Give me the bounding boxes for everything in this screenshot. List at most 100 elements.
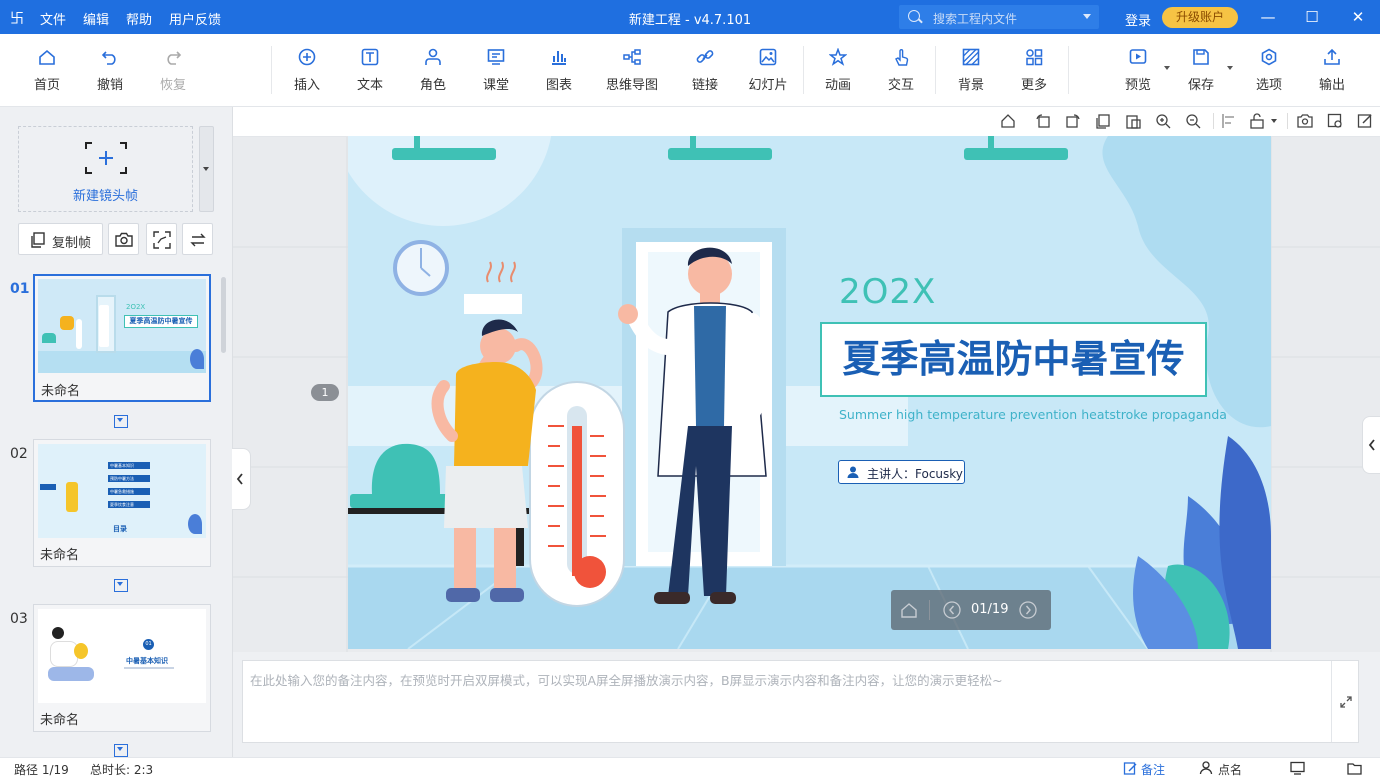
slide-thumbnail-2[interactable]: 中暑基本知识 预防中暑方法 中暑急救措施 夏季饮食注意 目录 未命名	[33, 439, 211, 567]
expand-icon[interactable]	[1339, 695, 1353, 709]
thumb-footer: 目录	[113, 525, 127, 533]
chevron-down-icon[interactable]	[1271, 119, 1277, 123]
menu-edit[interactable]: 编辑	[83, 9, 109, 28]
menu-feedback[interactable]: 用户反馈	[169, 9, 221, 28]
zoom-out-icon[interactable]	[1185, 113, 1201, 129]
rollcall-button[interactable]: 点名	[1218, 761, 1242, 778]
screen-icon[interactable]	[1290, 761, 1305, 775]
mindmap-label: 思维导图	[605, 78, 658, 93]
thumb-title: 夏季高温防中暑宣传	[124, 315, 198, 328]
settings-frame-icon[interactable]	[1327, 113, 1343, 129]
zoom-in-icon[interactable]	[1155, 113, 1171, 129]
new-frame-button[interactable]: 新建镜头帧	[18, 126, 193, 212]
slide-label: 幻灯片	[748, 78, 788, 93]
chevron-down-icon[interactable]	[1227, 66, 1233, 70]
expand-right-panel-button[interactable]	[1362, 416, 1380, 474]
thumb-legs	[48, 667, 94, 681]
save-label: 保存	[1187, 78, 1214, 93]
animation-button[interactable]: 动画	[808, 47, 868, 93]
notes-toggle[interactable]: 备注	[1141, 761, 1165, 778]
classroom-label: 课堂	[482, 78, 509, 93]
slide-subtitle[interactable]: Summer high temperature prevention heats…	[839, 407, 1227, 422]
camera-icon[interactable]	[1297, 113, 1313, 129]
folder-icon[interactable]	[1347, 761, 1362, 775]
toolbar-divider	[803, 46, 804, 94]
maximize-button[interactable]: ☐	[1300, 5, 1324, 29]
insert-button[interactable]: 插入	[277, 48, 337, 93]
notes-panel[interactable]: 在此处输入您的备注内容，在预览时开启双屏模式，可以实现A屏全屏播放演示内容，B屏…	[242, 660, 1359, 743]
transition-icon[interactable]	[114, 579, 128, 592]
home-button[interactable]: 首页	[17, 48, 77, 93]
rotate-right-icon[interactable]	[1065, 113, 1081, 129]
next-icon[interactable]	[1019, 601, 1037, 619]
export-label: 输出	[1318, 78, 1345, 93]
role-button[interactable]: 角色	[403, 48, 463, 93]
slide-thumbnail-1[interactable]: 2O2X 夏季高温防中暑宣传 未命名	[33, 274, 211, 402]
toolbar-divider	[1068, 46, 1069, 94]
save-button[interactable]: 保存	[1171, 48, 1233, 93]
interact-button[interactable]: 交互	[871, 48, 931, 93]
paste-icon[interactable]	[1125, 113, 1141, 129]
new-frame-dropdown[interactable]	[199, 126, 214, 212]
copy-frame-button[interactable]: 复制帧	[18, 223, 103, 255]
search-box[interactable]: 搜索工程内文件	[899, 5, 1099, 29]
thumb-doctor	[99, 305, 109, 347]
frame-marker[interactable]: 1	[311, 384, 339, 401]
toolbar-divider	[271, 46, 272, 94]
duration-status: 总时长: 2:3	[90, 763, 154, 777]
slide-thumbnail-3[interactable]: 01 中暑基本知识 未命名	[33, 604, 211, 732]
mindmap-button[interactable]: 思维导图	[602, 48, 662, 93]
minimize-button[interactable]: —	[1256, 5, 1280, 29]
collapse-left-panel-button[interactable]	[232, 448, 251, 510]
search-icon	[908, 10, 920, 22]
align-left-icon[interactable]	[1221, 113, 1237, 129]
slide-button[interactable]: 幻灯片	[738, 48, 798, 93]
text-button[interactable]: 文本	[340, 48, 400, 93]
role-label: 角色	[419, 78, 446, 93]
menu-file[interactable]: 文件	[40, 9, 66, 28]
hand-pointer-icon	[892, 48, 910, 66]
grid-more-icon	[1025, 48, 1043, 66]
home-icon[interactable]	[1000, 113, 1016, 129]
scrollbar-thumb[interactable]	[221, 277, 226, 353]
slide-year[interactable]: 2O2X	[839, 272, 936, 312]
preview-button[interactable]: 预览	[1108, 48, 1170, 93]
close-button[interactable]: ✕	[1346, 5, 1370, 29]
insert-label: 插入	[293, 78, 320, 93]
background-button[interactable]: 背景	[941, 48, 1001, 93]
chart-button[interactable]: 图表	[529, 48, 589, 93]
undo-button[interactable]: 撤销	[80, 48, 140, 93]
mindmap-icon	[623, 48, 641, 66]
upgrade-button[interactable]: 升级账户	[1162, 7, 1238, 28]
login-link[interactable]: 登录	[1125, 10, 1151, 29]
edit-icon[interactable]	[1357, 113, 1373, 129]
link-button[interactable]: 链接	[675, 48, 735, 93]
export-button[interactable]: 输出	[1302, 48, 1362, 93]
presenter-tag[interactable]: 主讲人：Focusky	[838, 460, 965, 484]
transition-icon[interactable]	[114, 415, 128, 428]
copy-icon[interactable]	[1095, 113, 1111, 129]
menu-help[interactable]: 帮助	[126, 9, 152, 28]
classroom-button[interactable]: 课堂	[466, 48, 526, 93]
thumb-num: 01	[143, 639, 154, 650]
screenshot-button[interactable]	[108, 223, 139, 255]
redo-button[interactable]: 恢复	[143, 48, 203, 93]
search-placeholder[interactable]: 搜索工程内文件	[933, 10, 1017, 27]
slide-canvas[interactable]: 2O2X 夏季高温防中暑宣传 Summer high temperature p…	[348, 136, 1271, 649]
chevron-down-icon[interactable]	[1083, 14, 1091, 19]
undo-icon	[101, 48, 119, 66]
home-icon	[38, 48, 56, 66]
capture-region-button[interactable]	[146, 223, 177, 255]
rotate-left-icon[interactable]	[1035, 113, 1051, 129]
transition-icon[interactable]	[114, 744, 128, 757]
previous-icon[interactable]	[943, 601, 961, 619]
slide-title[interactable]: 夏季高温防中暑宣传	[820, 322, 1207, 397]
toolbar-divider	[1287, 113, 1288, 129]
notes-input[interactable]: 在此处输入您的备注内容，在预览时开启双屏模式，可以实现A屏全屏播放演示内容，B屏…	[250, 670, 1003, 689]
more-button[interactable]: 更多	[1004, 48, 1064, 93]
chevron-down-icon[interactable]	[1164, 66, 1170, 70]
swap-frame-button[interactable]	[182, 223, 213, 255]
options-button[interactable]: 选项	[1239, 48, 1299, 93]
home-icon[interactable]	[900, 601, 918, 619]
lock-icon[interactable]	[1249, 113, 1265, 129]
